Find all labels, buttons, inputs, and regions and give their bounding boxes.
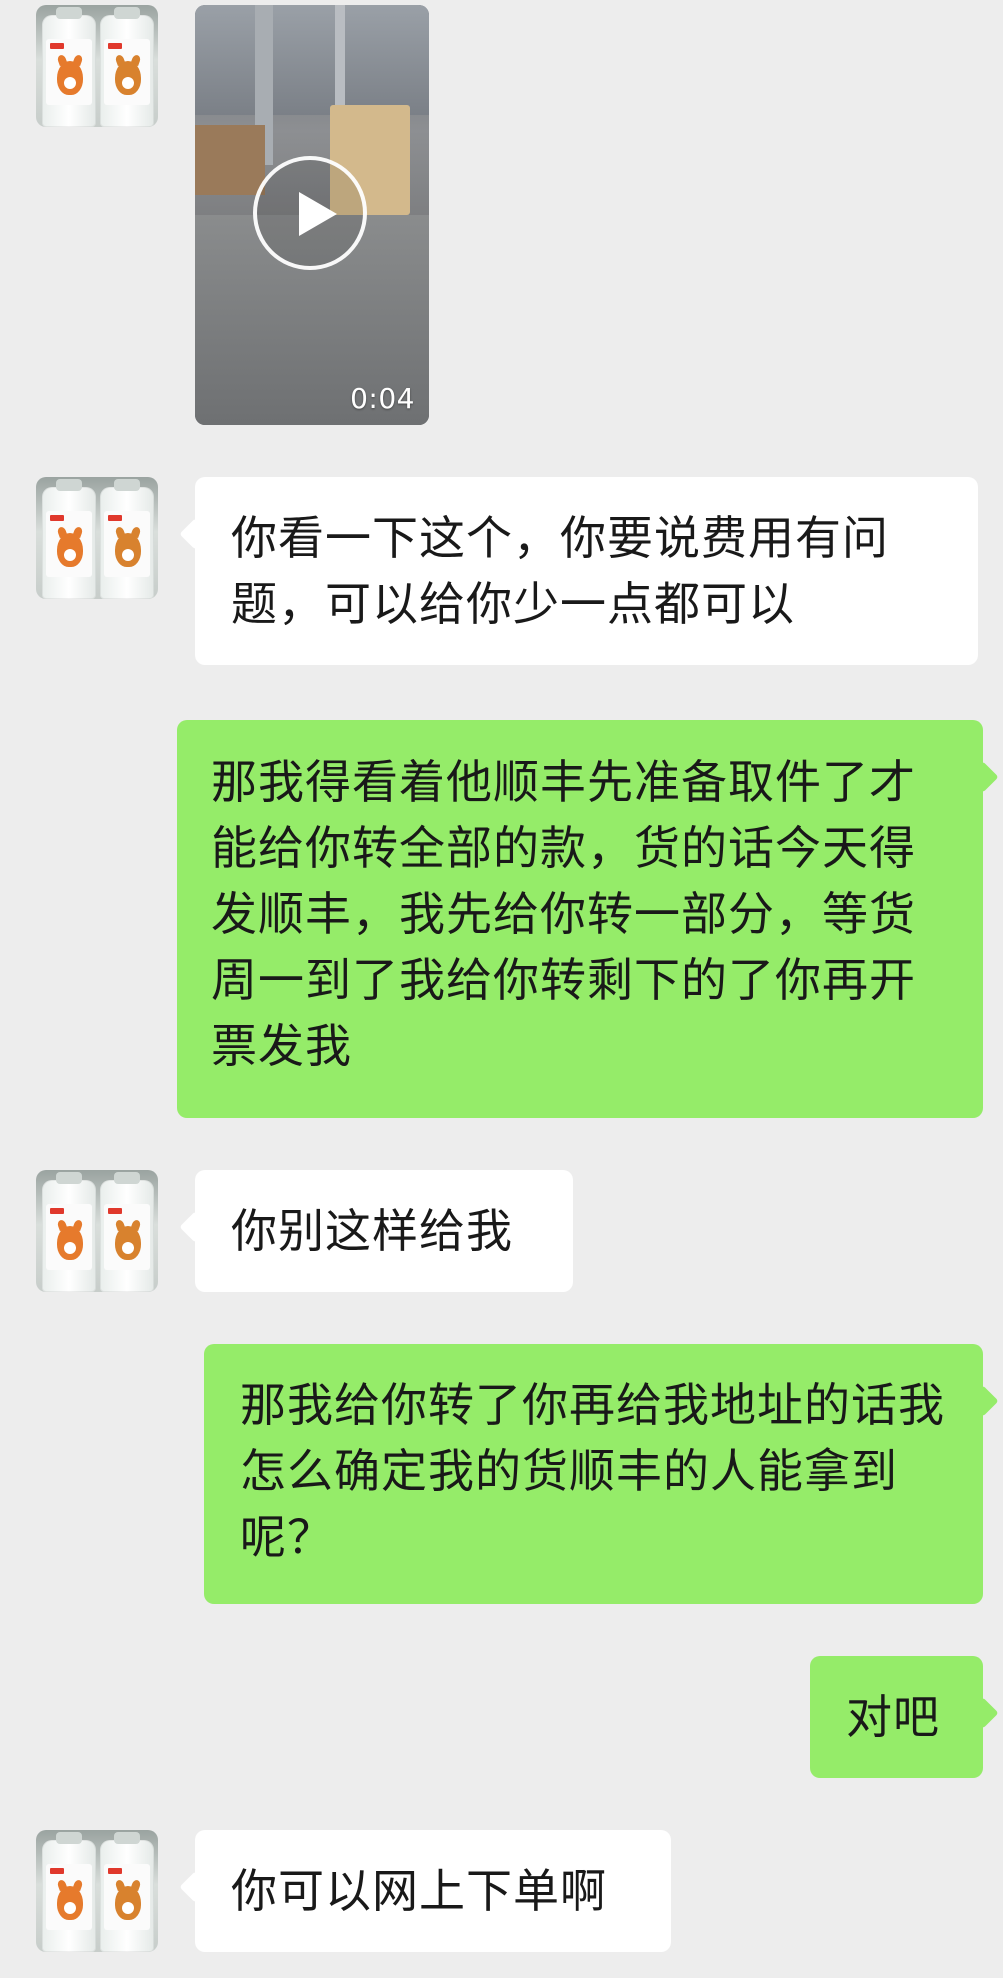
message-text: 你可以网上下单啊 <box>231 1864 607 1918</box>
message-text: 你别这样给我 <box>231 1204 513 1258</box>
message-text: 那我得看着他顺丰先准备取件了才能给你转全部的款，货的话今天得发顺丰，我先给你转一… <box>211 755 916 1073</box>
message-bubble-incoming[interactable]: 你可以网上下单啊 <box>195 1830 671 1952</box>
avatar[interactable] <box>36 5 158 127</box>
message-bubble-incoming[interactable]: 你看一下这个，你要说费用有问题，可以给你少一点都可以 <box>195 477 978 665</box>
video-message[interactable]: 0:04 <box>195 5 429 425</box>
message-text: 对吧 <box>846 1690 940 1744</box>
message-bubble-outgoing[interactable]: 那我给你转了你再给我地址的话我怎么确定我的货顺丰的人能拿到呢？ <box>204 1344 983 1604</box>
video-duration: 0:04 <box>350 382 415 415</box>
play-icon[interactable] <box>253 156 367 270</box>
avatar[interactable] <box>36 1170 158 1292</box>
message-bubble-incoming[interactable]: 你别这样给我 <box>195 1170 573 1292</box>
message-text: 那我给你转了你再给我地址的话我怎么确定我的货顺丰的人能拿到呢？ <box>240 1378 945 1564</box>
message-bubble-outgoing[interactable]: 对吧 <box>810 1656 983 1778</box>
avatar[interactable] <box>36 477 158 599</box>
avatar[interactable] <box>36 1830 158 1952</box>
message-bubble-outgoing[interactable]: 那我得看着他顺丰先准备取件了才能给你转全部的款，货的话今天得发顺丰，我先给你转一… <box>177 720 983 1118</box>
message-text: 你看一下这个，你要说费用有问题，可以给你少一点都可以 <box>231 511 889 631</box>
